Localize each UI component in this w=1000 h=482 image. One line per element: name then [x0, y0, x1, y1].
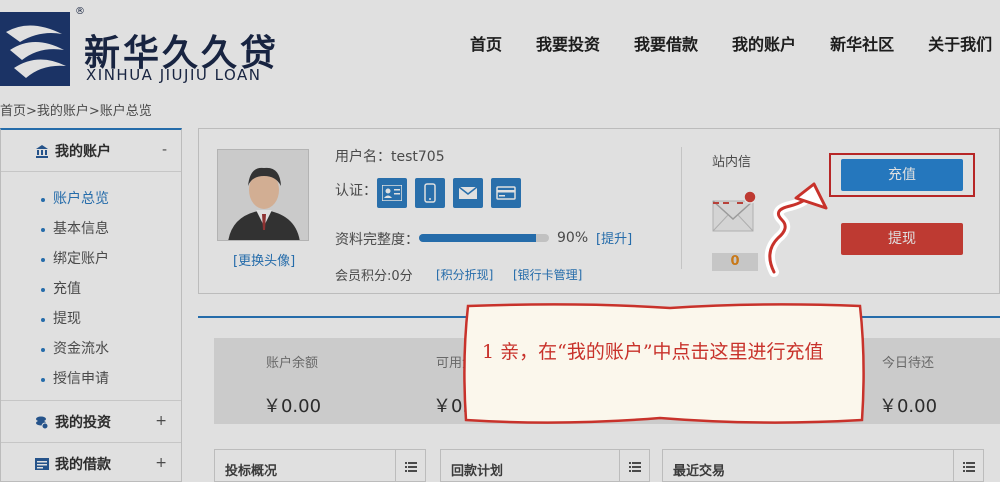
panel-bid-overview: 投标概况 — [214, 449, 426, 482]
sidebar-item-bind-account[interactable]: 绑定账户 — [1, 244, 181, 274]
verify-icons — [377, 178, 521, 208]
stat-account-balance: 账户余额 ￥0.00 — [214, 338, 370, 424]
panel-recent-transactions: 最近交易 — [662, 449, 984, 482]
charge-button-highlight: 充值 — [829, 153, 975, 197]
points-cash-link[interactable]: [积分折现] — [436, 266, 493, 283]
nav-borrow[interactable]: 我要借款 — [634, 30, 698, 60]
expand-icon[interactable]: + — [155, 455, 167, 471]
panel-title: 投标概况 — [225, 464, 278, 479]
sidebar-item-label: 绑定账户 — [53, 251, 109, 267]
sidebar-group-label: 我的投资 — [55, 414, 111, 431]
id-card-icon[interactable] — [377, 178, 407, 208]
expand-icon[interactable]: + — [155, 413, 167, 429]
completeness-progress-fill — [419, 234, 536, 242]
charge-button[interactable]: 充值 — [841, 159, 963, 191]
bank-icon — [36, 144, 48, 158]
improve-link[interactable]: [提升] — [596, 228, 632, 247]
nav-home[interactable]: 首页 — [470, 30, 502, 60]
member-points: 会员积分:0分 — [335, 269, 413, 284]
sidebar-item-label: 资金流水 — [53, 341, 109, 357]
nav-invest[interactable]: 我要投资 — [536, 30, 600, 60]
collapse-icon[interactable]: - — [162, 142, 167, 158]
mail-envelope-icon[interactable] — [711, 189, 757, 235]
sidebar-item-label: 充值 — [53, 281, 81, 297]
avatar — [217, 149, 309, 241]
list-icon[interactable] — [395, 450, 425, 482]
account-summary-card: [更换头像] 用户名：test705 认证： 资料完整度： 90% [提升] 会… — [198, 128, 1000, 294]
user-avatar-icon — [218, 150, 308, 240]
sidebar-account-list: 账户总览 基本信息 绑定账户 充值 提现 资金流水 授信申请 — [1, 172, 181, 401]
phone-icon[interactable] — [415, 178, 445, 208]
sidebar-group-label: 我的借款 — [55, 456, 111, 473]
sidebar-item-credit-apply[interactable]: 授信申请 — [1, 364, 181, 394]
panel-title: 回款计划 — [451, 464, 504, 479]
inbox-count-badge: 0 — [712, 253, 758, 271]
main-nav: 首页 我要投资 我要借款 我的账户 新华社区 关于我们 — [470, 30, 1000, 60]
completeness-percent: 90% — [557, 230, 589, 246]
sidebar-item-label: 基本信息 — [53, 221, 109, 237]
verify-label: 认证： — [335, 183, 377, 199]
callout-text: 1 亲，在“我的账户”中点击这里进行充值 — [482, 341, 824, 363]
account-sidebar: 我的账户 - 账户总览 基本信息 绑定账户 充值 提现 资金流水 授信申请 我的… — [0, 128, 182, 482]
list-icon[interactable] — [619, 450, 649, 482]
nav-community[interactable]: 新华社区 — [830, 30, 894, 60]
inbox-label: 站内信 — [712, 155, 752, 170]
nav-my-account[interactable]: 我的账户 — [732, 30, 796, 60]
stat-value: ￥0.00 — [262, 396, 322, 417]
completeness-progress-bar — [419, 234, 549, 242]
panel-repayment-plan: 回款计划 — [440, 449, 650, 482]
sidebar-item-fund-flow[interactable]: 资金流水 — [1, 334, 181, 364]
sidebar-group-label: 我的账户 — [55, 143, 111, 160]
logo-registered-mark: ® — [75, 6, 85, 17]
change-avatar-link[interactable]: [更换头像] — [233, 250, 295, 269]
coins-icon — [36, 416, 49, 429]
sidebar-item-label: 账户总览 — [53, 191, 109, 207]
stat-label: 账户余额 — [265, 356, 318, 371]
bank-card-icon[interactable] — [491, 178, 521, 208]
withdraw-button[interactable]: 提现 — [841, 223, 963, 255]
completeness-label: 资料完整度： — [335, 232, 419, 248]
sidebar-item-recharge[interactable]: 充值 — [1, 274, 181, 304]
logo-mark-icon — [0, 12, 70, 86]
sidebar-item-overview[interactable]: 账户总览 — [1, 184, 181, 214]
sidebar-item-withdraw[interactable]: 提现 — [1, 304, 181, 334]
nav-about[interactable]: 关于我们 — [928, 30, 992, 60]
tutorial-callout: 1 亲，在“我的账户”中点击这里进行充值 — [460, 300, 868, 426]
sidebar-group-loan[interactable]: 我的借款 + — [1, 443, 181, 482]
sidebar-group-account[interactable]: 我的账户 - — [1, 130, 181, 172]
panel-title: 最近交易 — [673, 464, 726, 479]
sidebar-item-label: 提现 — [53, 311, 81, 327]
vertical-divider — [681, 147, 682, 269]
breadcrumb: 首页>我的账户>账户总览 — [0, 104, 152, 119]
list-icon[interactable] — [953, 450, 983, 482]
sidebar-item-basic-info[interactable]: 基本信息 — [1, 214, 181, 244]
username-text: 用户名：test705 — [335, 149, 445, 165]
site-header: ® 新华久久贷 XINHUA JIUJIU LOAN 首页 我要投资 我要借款 … — [0, 0, 1000, 95]
sidebar-group-invest[interactable]: 我的投资 + — [1, 401, 181, 443]
bank-card-manage-link[interactable]: [银行卡管理] — [513, 266, 582, 283]
curved-arrow-icon — [764, 182, 828, 277]
site-logo[interactable]: ® 新华久久贷 XINHUA JIUJIU LOAN — [0, 6, 290, 88]
logo-title-en: XINHUA JIUJIU LOAN — [86, 66, 262, 84]
email-icon[interactable] — [453, 178, 483, 208]
list-card-icon — [35, 457, 49, 470]
sidebar-item-label: 授信申请 — [53, 371, 109, 387]
